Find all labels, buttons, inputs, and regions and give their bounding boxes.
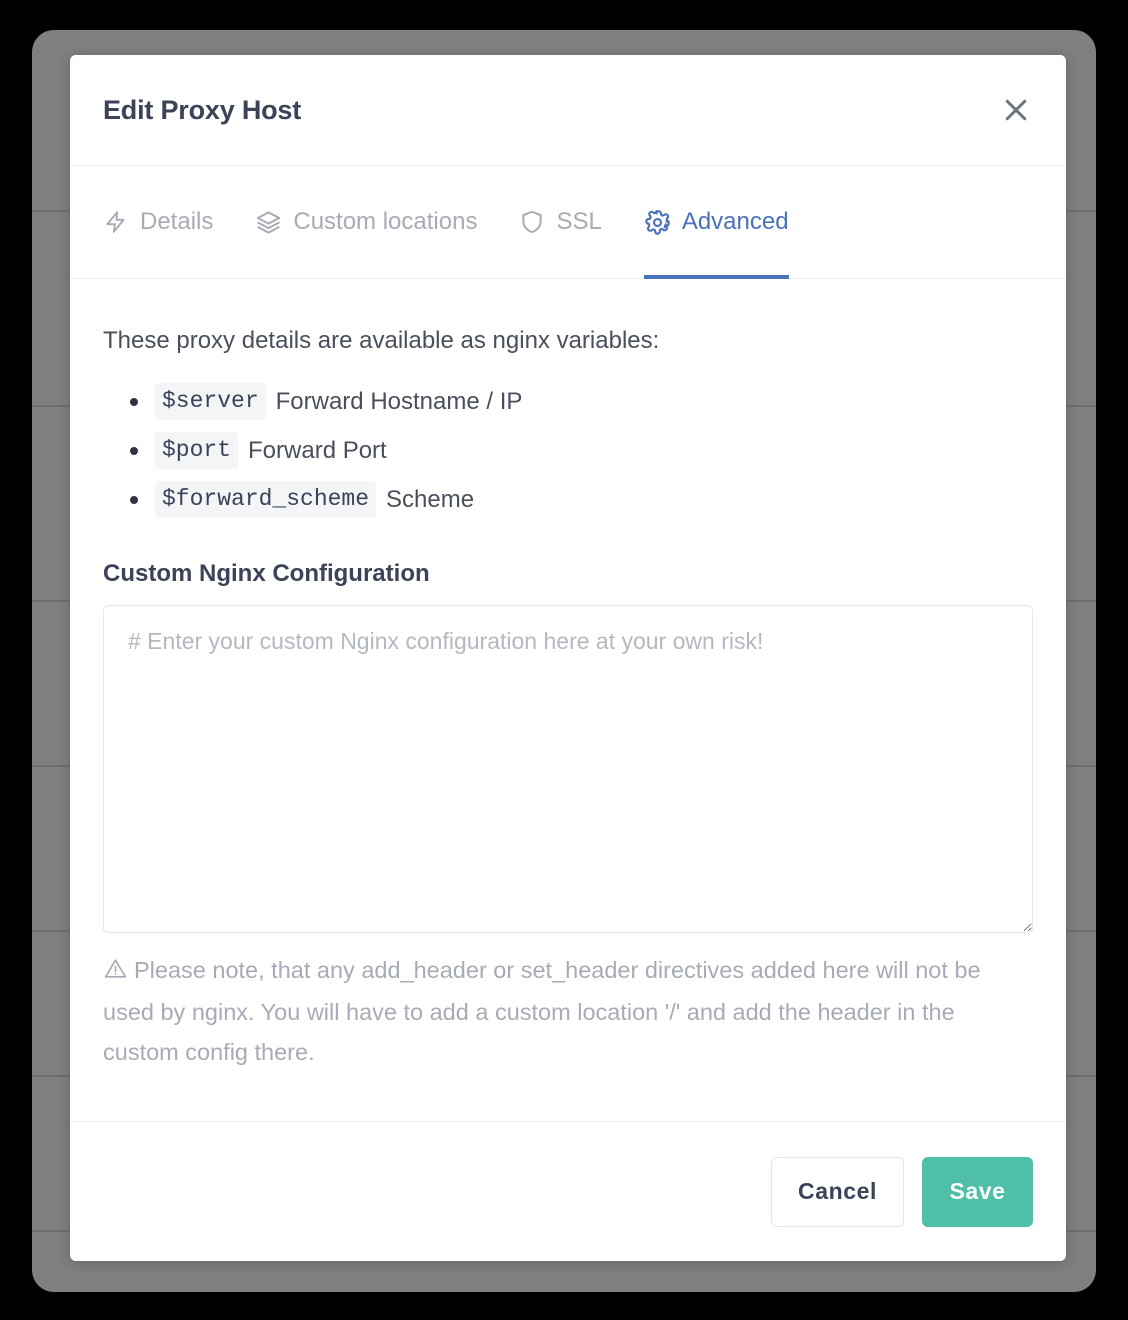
tab-ssl[interactable]: SSL (519, 166, 602, 278)
cancel-button[interactable]: Cancel (771, 1156, 904, 1227)
list-item: $port Forward Port (103, 428, 1033, 473)
nginx-variables-intro: These proxy details are available as ngi… (103, 327, 660, 354)
tab-ssl-label: SSL (556, 208, 602, 235)
modal-footer: Cancel Save (70, 1121, 1066, 1261)
list-item: $server Forward Hostname / IP (103, 379, 1033, 424)
custom-nginx-configuration-textarea[interactable] (103, 605, 1033, 933)
variable-code-forward-scheme: $forward_scheme (155, 481, 377, 518)
gear-icon (644, 209, 671, 236)
variable-description-server: Forward Hostname / IP (275, 387, 523, 415)
warning-triangle-icon (103, 954, 128, 993)
modal-title: Edit Proxy Host (103, 94, 302, 125)
variable-description-port: Forward Port (248, 436, 387, 464)
warning-note-text: Please note, that any add_header or set_… (103, 957, 981, 1065)
tab-custom-locations-label: Custom locations (293, 208, 478, 235)
tab-details[interactable]: Details (103, 166, 213, 278)
lightning-bolt-icon (103, 209, 129, 235)
variable-code-port: $port (155, 432, 239, 469)
close-icon[interactable] (996, 90, 1036, 130)
save-button[interactable]: Save (922, 1156, 1033, 1227)
layers-icon (255, 209, 282, 236)
modal-tabs: Details Custom locations SSL Advanced (70, 166, 1066, 279)
shield-icon (519, 209, 545, 235)
nginx-variables-list: $server Forward Hostname / IP $port Forw… (103, 379, 1033, 522)
tab-custom-locations[interactable]: Custom locations (255, 166, 477, 278)
tab-advanced[interactable]: Advanced (643, 166, 789, 279)
modal-header: Edit Proxy Host (70, 55, 1066, 166)
custom-nginx-configuration-label: Custom Nginx Configuration (103, 560, 430, 587)
add-header-warning-note: Please note, that any add_header or set_… (103, 951, 1033, 1072)
variable-code-server: $server (155, 383, 266, 420)
tab-advanced-label: Advanced (681, 208, 789, 235)
variable-description-forward-scheme: Scheme (386, 485, 475, 513)
list-item: $forward_scheme Scheme (103, 477, 1033, 522)
tab-details-label: Details (140, 208, 214, 235)
modal-body: These proxy details are available as ngi… (70, 279, 1066, 1121)
edit-proxy-host-modal: Edit Proxy Host Details Custom locations… (70, 55, 1066, 1261)
